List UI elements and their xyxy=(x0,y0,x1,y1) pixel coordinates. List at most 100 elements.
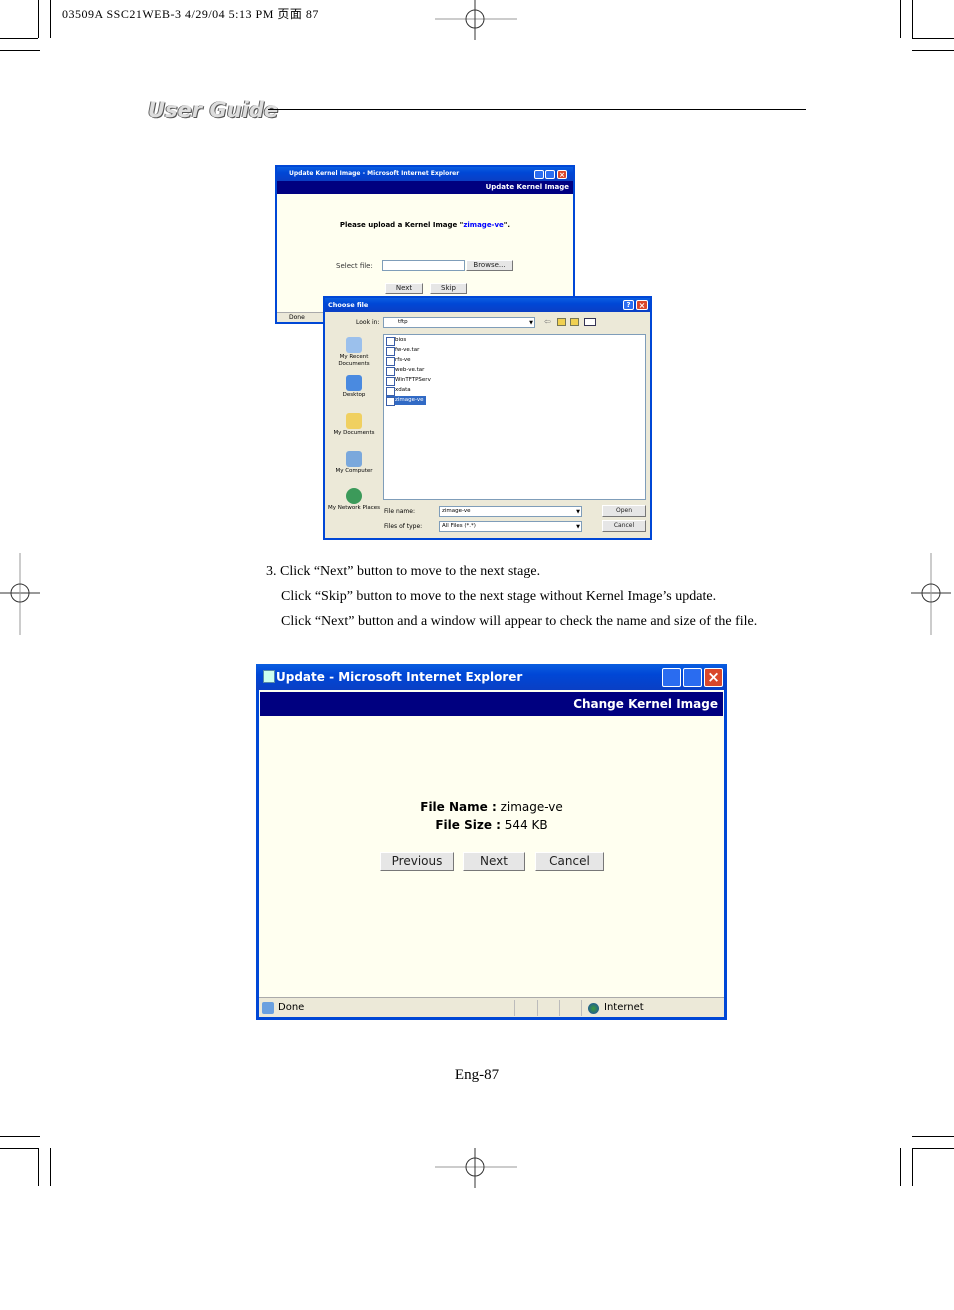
file-size-value: 544 KB xyxy=(504,818,548,832)
place-desktop[interactable]: Desktop xyxy=(328,375,380,399)
instruction-line: Click “Next” button and a window will ap… xyxy=(281,614,758,629)
status-text: Done xyxy=(278,1002,305,1013)
next-button[interactable]: Next xyxy=(463,852,525,871)
file-type-select[interactable]: All Files (*.*) ▼ xyxy=(439,521,582,532)
back-icon[interactable]: ⇦ xyxy=(544,317,551,326)
place-label: My Network Places xyxy=(328,505,380,511)
file-item-selected[interactable]: zimage-ve xyxy=(386,396,426,406)
file-name-label: File Name : xyxy=(420,800,497,814)
registration-mark xyxy=(435,1148,517,1188)
select-file-input[interactable] xyxy=(382,260,465,271)
skip-button[interactable]: Skip xyxy=(430,283,467,294)
close-button[interactable]: × xyxy=(704,668,723,687)
file-name-value: zimage-ve xyxy=(500,800,563,814)
cancel-button[interactable]: Cancel xyxy=(602,520,646,532)
page-number: Eng-87 xyxy=(454,1067,500,1083)
previous-button[interactable]: Previous xyxy=(380,852,454,871)
file-type-label: Files of type: xyxy=(384,523,423,530)
my-computer-icon xyxy=(346,451,362,467)
crop-mark xyxy=(912,50,954,51)
chevron-down-icon: ▼ xyxy=(576,509,580,515)
ie-page-icon xyxy=(262,1002,274,1014)
minimize-button[interactable] xyxy=(662,668,681,687)
instruction-line: Click “Skip” button to move to the next … xyxy=(281,589,717,604)
file-size-label: File Size : xyxy=(435,818,501,832)
help-button[interactable]: ? xyxy=(623,300,634,310)
registration-mark xyxy=(435,0,517,40)
minimize-button[interactable] xyxy=(534,170,544,179)
place-label: My Documents xyxy=(333,430,375,436)
prompt-text: Please upload a Kernel Image " xyxy=(339,221,464,229)
file-type-value: All Files (*.*) xyxy=(442,523,476,529)
status-divider xyxy=(581,1000,582,1016)
next-button[interactable]: Next xyxy=(385,283,423,294)
file-item[interactable]: fw-ve.tar xyxy=(386,346,419,356)
section-rule xyxy=(268,109,806,110)
crop-mark xyxy=(912,1148,954,1149)
chevron-down-icon: ▼ xyxy=(576,524,580,530)
crop-mark xyxy=(912,1136,954,1137)
view-menu-icon[interactable] xyxy=(584,318,596,326)
maximize-button[interactable] xyxy=(683,668,702,687)
look-in-label: Look in: xyxy=(356,319,380,326)
file-name-input[interactable]: zimage-ve ▼ xyxy=(439,506,582,517)
upload-prompt: Please upload a Kernel Image "zimage-ve"… xyxy=(277,221,573,229)
crop-mark xyxy=(900,1148,901,1186)
place-my-computer[interactable]: My Computer xyxy=(328,451,380,475)
maximize-button[interactable] xyxy=(545,170,555,179)
window-title: Update Kernel Image - Microsoft Internet… xyxy=(277,167,573,181)
close-button[interactable]: × xyxy=(557,170,567,179)
new-folder-icon[interactable] xyxy=(570,318,579,326)
file-name-label: File name: xyxy=(384,508,415,515)
place-network[interactable]: My Network Places xyxy=(328,488,380,512)
crop-mark xyxy=(912,0,913,38)
select-file-label: Select file: xyxy=(336,262,373,270)
up-folder-icon[interactable] xyxy=(557,318,566,326)
registration-mark xyxy=(911,553,951,635)
place-recent[interactable]: My Recent Documents xyxy=(328,337,380,368)
banner: Update Kernel Image xyxy=(277,181,573,194)
place-label: My Computer xyxy=(335,468,373,474)
file-item[interactable]: rfs-ve xyxy=(386,356,411,366)
my-documents-icon xyxy=(346,413,362,429)
desktop-icon xyxy=(346,375,362,391)
print-header: 03509A SSC21WEB-3 4/29/04 5:13 PM 页面 87 xyxy=(62,7,319,21)
dialog-title: Choose file xyxy=(325,298,650,312)
file-name-line: File Name : zimage-ve xyxy=(259,800,724,814)
cancel-button[interactable]: Cancel xyxy=(535,852,604,871)
registration-mark xyxy=(0,553,40,635)
crop-mark xyxy=(912,38,954,39)
crop-mark xyxy=(0,1148,38,1149)
place-label: My Recent Documents xyxy=(338,354,370,367)
browse-button[interactable]: Browse... xyxy=(466,260,513,271)
instruction-step: 3. Click “Next” button to move to the ne… xyxy=(266,564,541,579)
file-list[interactable] xyxy=(383,334,646,500)
open-button[interactable]: Open xyxy=(602,505,646,517)
crop-mark xyxy=(38,1148,39,1186)
look-in-select[interactable]: tftp ▼ xyxy=(383,317,535,328)
status-bar: Done Internet xyxy=(259,997,724,1017)
status-divider xyxy=(514,1000,515,1016)
crop-mark xyxy=(912,1148,913,1186)
status-divider xyxy=(537,1000,538,1016)
status-divider xyxy=(559,1000,560,1016)
place-my-documents[interactable]: My Documents xyxy=(328,413,380,437)
file-item[interactable]: bios xyxy=(386,336,406,346)
window-title: Update - Microsoft Internet Explorer xyxy=(256,664,727,690)
file-item[interactable]: xdata xyxy=(386,386,411,396)
chevron-down-icon: ▼ xyxy=(529,320,533,326)
globe-icon xyxy=(588,1003,599,1014)
close-button[interactable]: × xyxy=(636,300,648,310)
file-item[interactable]: WinTFTPServ xyxy=(386,376,431,386)
network-places-icon xyxy=(346,488,362,504)
crop-mark xyxy=(900,0,901,38)
file-item[interactable]: web-ve.tar xyxy=(386,366,424,376)
prompt-end: ". xyxy=(503,221,511,229)
crop-mark xyxy=(50,0,51,38)
crop-mark xyxy=(38,0,39,38)
crop-mark xyxy=(0,50,40,51)
place-label: Desktop xyxy=(342,392,366,398)
file-size-line: File Size : 544 KB xyxy=(259,818,724,832)
recent-documents-icon xyxy=(346,337,362,353)
section-title: User Guide xyxy=(148,98,279,122)
